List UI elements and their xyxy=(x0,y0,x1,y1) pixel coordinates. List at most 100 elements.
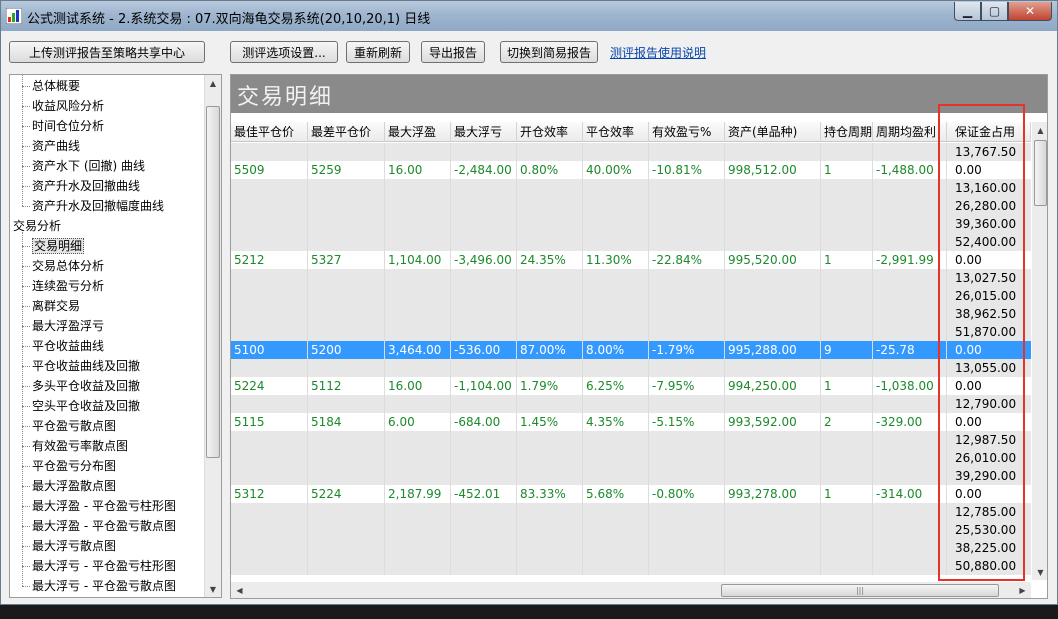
scroll-down-icon[interactable]: ▼ xyxy=(205,581,221,597)
table-cell: -25.78 xyxy=(876,343,915,357)
table-row[interactable]: 39,290.00 xyxy=(231,467,1031,485)
table-row[interactable]: 5509 5259 16.00 -2,484.00 0.80% 40.00% -10.81%… xyxy=(231,161,1031,179)
table-row[interactable]: 13,027.50 xyxy=(231,269,1031,287)
tree-item[interactable]: 离群交易 xyxy=(10,296,80,316)
column-header[interactable]: 最差平仓价 xyxy=(308,122,385,142)
trade-detail-table[interactable]: 最佳平仓价 最差平仓价 最大浮盈 最大浮亏 开仓效率 平仓效率 有效盈亏% 资产(单品种) 持仓… xyxy=(231,122,1031,580)
tree-item-label: 交易明细 xyxy=(32,238,85,254)
tree-item[interactable]: 平仓收益曲线及回撤 xyxy=(10,356,140,376)
table-row[interactable]: 5224 5112 16.00 -1,104.00 1.79% 6.25% -7.95% 99… xyxy=(231,377,1031,395)
column-header[interactable]: 持仓周期 xyxy=(821,122,873,142)
scroll-up-icon[interactable]: ▲ xyxy=(1032,122,1047,138)
tree-item[interactable]: 资产升水及回撤曲线 xyxy=(10,176,140,196)
tree-item[interactable]: 资产水下 (回撤) 曲线 xyxy=(10,156,145,176)
tree-item[interactable]: 总体概要 xyxy=(10,76,80,96)
table-row[interactable]: 13,055.00 xyxy=(231,359,1031,377)
column-divider xyxy=(820,143,821,575)
column-header[interactable]: 最大浮亏 xyxy=(451,122,517,142)
tree-item[interactable]: 最大浮盈 - 平仓盈亏散点图 xyxy=(10,516,176,536)
table-row[interactable]: 38,225.00 xyxy=(231,539,1031,557)
table-cell xyxy=(385,143,451,161)
tree-item[interactable]: 平仓收益曲线 xyxy=(10,336,104,356)
options-settings-button[interactable]: 测评选项设置... xyxy=(230,41,338,63)
table-row[interactable]: 50,880.00 xyxy=(231,557,1031,575)
tree-item[interactable]: 最大浮亏 - 平仓盈亏散点图 xyxy=(10,576,176,596)
scroll-down-icon[interactable]: ▼ xyxy=(1032,564,1047,580)
table-row[interactable]: 5100 5200 3,464.00 -536.00 87.00% 8.00% -1.79%… xyxy=(231,341,1031,359)
tree-item[interactable]: 平仓盈亏散点图 xyxy=(10,416,116,436)
table-row[interactable]: 38,962.50 xyxy=(231,305,1031,323)
minimize-button[interactable]: ▁ xyxy=(954,2,981,21)
switch-simple-report-button[interactable]: 切换到简易报告 xyxy=(500,41,598,63)
column-header[interactable]: 开仓效率 xyxy=(517,122,583,142)
margin-cell: 26,280.00 xyxy=(955,199,1017,213)
tree-item[interactable]: 最大浮盈浮亏 xyxy=(10,316,104,336)
table-row[interactable]: 39,360.00 xyxy=(231,215,1031,233)
table-vertical-scrollbar[interactable]: ▲ ▼ xyxy=(1032,122,1047,580)
table-row[interactable]: 25,530.00 xyxy=(231,521,1031,539)
table-cell xyxy=(308,215,385,233)
table-row[interactable]: 5212 5327 1,104.00 -3,496.00 24.35% 11.30% -22… xyxy=(231,251,1031,269)
column-header[interactable]: 周期均盈利 xyxy=(873,122,947,142)
column-header[interactable]: 保证金占用 xyxy=(947,122,1031,142)
table-row[interactable]: 13,160.00 xyxy=(231,179,1031,197)
help-link[interactable]: 测评报告使用说明 xyxy=(610,44,706,61)
column-header[interactable]: 平仓效率 xyxy=(583,122,649,142)
tree-item[interactable]: 资产升水及回撤幅度曲线 xyxy=(10,196,164,216)
table-row[interactable]: 26,280.00 xyxy=(231,197,1031,215)
upload-report-button[interactable]: 上传测评报告至策略共享中心 xyxy=(9,41,205,63)
column-header[interactable]: 资产(单品种) xyxy=(725,122,821,142)
tree-item[interactable]: 最大浮亏 - 平仓盈亏柱形图 xyxy=(10,556,176,576)
tree-item[interactable]: 收益风险分析 xyxy=(10,96,104,116)
table-cell xyxy=(385,395,451,413)
table-row[interactable]: 12,987.50 xyxy=(231,431,1031,449)
table-cell xyxy=(231,521,308,539)
table-hscroll-thumb[interactable]: ||| xyxy=(721,584,999,597)
column-header[interactable]: 最大浮盈 xyxy=(385,122,451,142)
tree-item-label: 离群交易 xyxy=(32,299,81,313)
table-row[interactable]: 5312 5224 2,187.99 -452.01 83.33% 5.68% -0.80%… xyxy=(231,485,1031,503)
tree-item[interactable]: 资产曲线 xyxy=(10,136,80,156)
tree-item[interactable]: 时间仓位分析 xyxy=(10,116,104,136)
column-divider xyxy=(307,143,308,575)
table-vscroll-thumb[interactable] xyxy=(1034,140,1047,206)
tree-scroll-thumb[interactable] xyxy=(206,106,220,458)
scroll-left-icon[interactable]: ◀ xyxy=(231,582,248,598)
tree-item[interactable]: 有效盈亏率散点图 xyxy=(10,436,128,456)
table-cell: 5509 xyxy=(234,163,265,177)
table-row[interactable]: 26,010.00 xyxy=(231,449,1031,467)
table-row[interactable]: 51,870.00 xyxy=(231,323,1031,341)
table-row[interactable]: 5115 5184 6.00 -684.00 1.45% 4.35% -5.15% 993,5… xyxy=(231,413,1031,431)
table-cell xyxy=(231,233,308,251)
column-header[interactable]: 有效盈亏% xyxy=(649,122,725,142)
tree-item[interactable]: 连续盈亏分析 xyxy=(10,276,104,296)
table-cell xyxy=(517,287,583,305)
scroll-up-icon[interactable]: ▲ xyxy=(205,75,221,91)
table-row[interactable]: 26,015.00 xyxy=(231,287,1031,305)
table-horizontal-scrollbar[interactable]: ◀ ||| ▶ xyxy=(231,582,1031,598)
tree-item[interactable]: 交易总体分析 xyxy=(10,256,104,276)
tree-item[interactable]: 交易明细 xyxy=(10,236,85,256)
export-report-button[interactable]: 导出报告 xyxy=(421,41,485,63)
table-row[interactable]: 52,400.00 xyxy=(231,233,1031,251)
tree-item[interactable]: 最大浮亏散点图 xyxy=(10,536,116,556)
refresh-button[interactable]: 重新刷新 xyxy=(346,41,410,63)
table-cell xyxy=(517,233,583,251)
tree-scrollbar[interactable]: ▲ ▼ xyxy=(204,75,221,597)
tree-item[interactable]: 多头平仓收益及回撤 xyxy=(10,376,140,396)
tree-item[interactable]: 最大浮盈散点图 xyxy=(10,476,116,496)
table-row[interactable]: 12,790.00 xyxy=(231,395,1031,413)
report-tree[interactable]: ▲ ▼ 总体概要 收益风险分析 时间仓位分析 资产曲线 资产水下 (回撤) 曲线 资产升水… xyxy=(9,74,222,598)
close-button[interactable]: ✕ xyxy=(1008,2,1052,21)
table-cell xyxy=(821,233,873,251)
tree-item[interactable]: 空头平仓收益及回撤 xyxy=(10,396,140,416)
table-row[interactable]: 12,785.00 xyxy=(231,503,1031,521)
tree-item[interactable]: 平仓盈亏分布图 xyxy=(10,456,116,476)
tree-group[interactable]: 交易分析 xyxy=(10,216,61,236)
table-row[interactable]: 13,767.50 xyxy=(231,143,1031,161)
scroll-right-icon[interactable]: ▶ xyxy=(1014,582,1031,598)
column-header[interactable]: 最佳平仓价 xyxy=(231,122,308,142)
tree-item[interactable]: 最大浮盈 - 平仓盈亏柱形图 xyxy=(10,496,176,516)
title-bar[interactable]: 公式测试系统 - 2.系统交易 : 07.双向海龟交易系统(20,10,20,1… xyxy=(1,1,1057,31)
maximize-button[interactable]: ▢ xyxy=(981,2,1008,21)
